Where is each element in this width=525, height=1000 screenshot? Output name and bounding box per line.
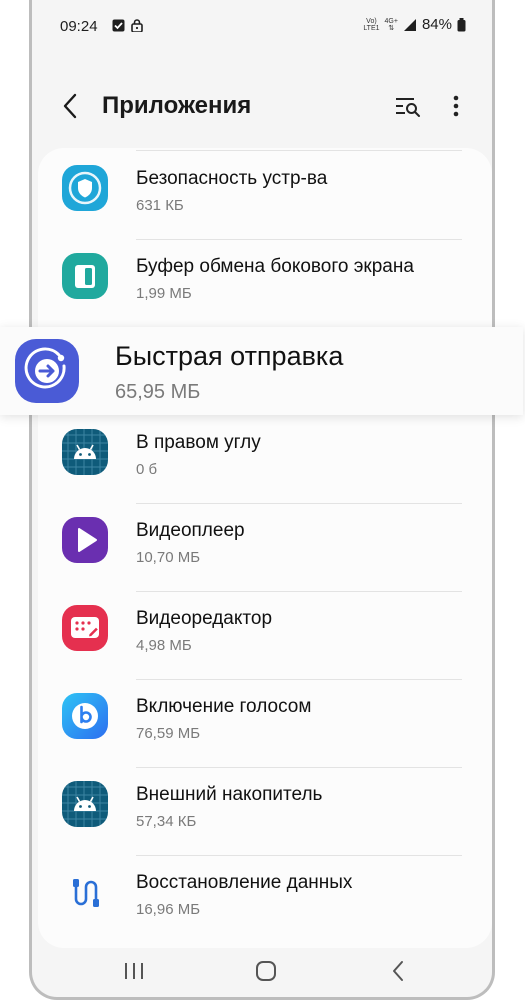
list-item[interactable]: Буфер обмена бокового экрана 1,99 МБ: [38, 236, 492, 324]
more-options-button[interactable]: [440, 90, 472, 122]
filter-search-button[interactable]: [392, 90, 424, 122]
phone-screen: 09:24 Vo) LTE1 4G+ ⇅ 84% Приложения Безо…: [29, 0, 495, 1000]
android-icon: [62, 429, 108, 475]
highlighted-list-item-quick-share[interactable]: Быстрая отправка 65,95 МБ: [0, 327, 523, 415]
quick-share-icon: [15, 339, 79, 403]
list-item[interactable]: Видеоредактор 4,98 МБ: [38, 588, 492, 676]
list-item[interactable]: В правом углу 0 б: [38, 412, 492, 500]
battery-icon: [457, 17, 466, 31]
chevron-left-icon: [63, 93, 77, 119]
lock-icon: [131, 19, 143, 32]
back-button[interactable]: [54, 90, 86, 122]
page-title: Приложения: [102, 92, 252, 119]
app-size: 10,70 МБ: [136, 549, 201, 566]
more-vertical-icon: [453, 95, 459, 117]
app-size: 65,95 МБ: [115, 381, 201, 403]
android-icon: [62, 781, 108, 827]
video-player-icon: [62, 517, 108, 563]
app-size: 631 КБ: [136, 197, 184, 214]
app-name: В правом углу: [136, 432, 261, 453]
app-name: Включение голосом: [136, 696, 312, 717]
status-bar: 09:24 Vo) LTE1 4G+ ⇅ 84%: [32, 0, 492, 48]
app-name: Видеоредактор: [136, 608, 273, 629]
app-name: Быстрая отправка: [115, 341, 344, 371]
home-icon: [256, 961, 276, 981]
app-size: 76,59 МБ: [136, 725, 201, 742]
app-size: 57,34 КБ: [136, 813, 197, 830]
navigation-bar: [32, 945, 492, 997]
list-item[interactable]: Включение голосом 76,59 МБ: [38, 676, 492, 764]
list-search-icon: [396, 98, 420, 117]
device-security-icon: [62, 165, 108, 211]
app-size: 16,96 МБ: [136, 901, 201, 918]
status-indicators: Vo) LTE1 4G+ ⇅ 84%: [363, 16, 466, 33]
back-arrow-icon: [393, 961, 403, 981]
app-list: Безопасность устр-ва 631 КБ Буфер обмена…: [38, 148, 492, 948]
checkbox-notification-icon: [112, 19, 125, 32]
recent-apps-button[interactable]: [120, 957, 148, 985]
bixby-icon: [62, 693, 108, 739]
volte-indicator: Vo) LTE1: [363, 17, 380, 32]
video-editor-icon: [62, 605, 108, 651]
network-indicator: 4G+ ⇅: [384, 17, 398, 32]
recent-apps-icon: [125, 963, 143, 979]
battery-percent: 84%: [421, 16, 452, 33]
status-time: 09:24: [60, 18, 98, 35]
app-name: Безопасность устр-ва: [136, 168, 328, 189]
app-name: Буфер обмена бокового экрана: [136, 256, 414, 277]
app-size: 0 б: [136, 461, 158, 478]
app-size: 1,99 МБ: [136, 285, 192, 302]
app-name: Восстановление данных: [136, 872, 353, 893]
list-item[interactable]: Безопасность устр-ва 631 КБ: [38, 148, 492, 236]
list-item[interactable]: Восстановление данных 16,96 МБ: [38, 852, 492, 940]
app-name: Видеоплеер: [136, 520, 245, 541]
edge-clipboard-icon: [62, 253, 108, 299]
nav-back-button[interactable]: [384, 957, 412, 985]
list-item[interactable]: Видеоплеер 10,70 МБ: [38, 500, 492, 588]
signal-icon: [403, 18, 416, 31]
home-button[interactable]: [252, 957, 280, 985]
list-item[interactable]: Внешний накопитель 57,34 КБ: [38, 764, 492, 852]
data-restore-icon: [62, 869, 108, 915]
app-size: 4,98 МБ: [136, 637, 192, 654]
app-name: Внешний накопитель: [136, 784, 323, 805]
app-bar: Приложения: [32, 72, 492, 142]
